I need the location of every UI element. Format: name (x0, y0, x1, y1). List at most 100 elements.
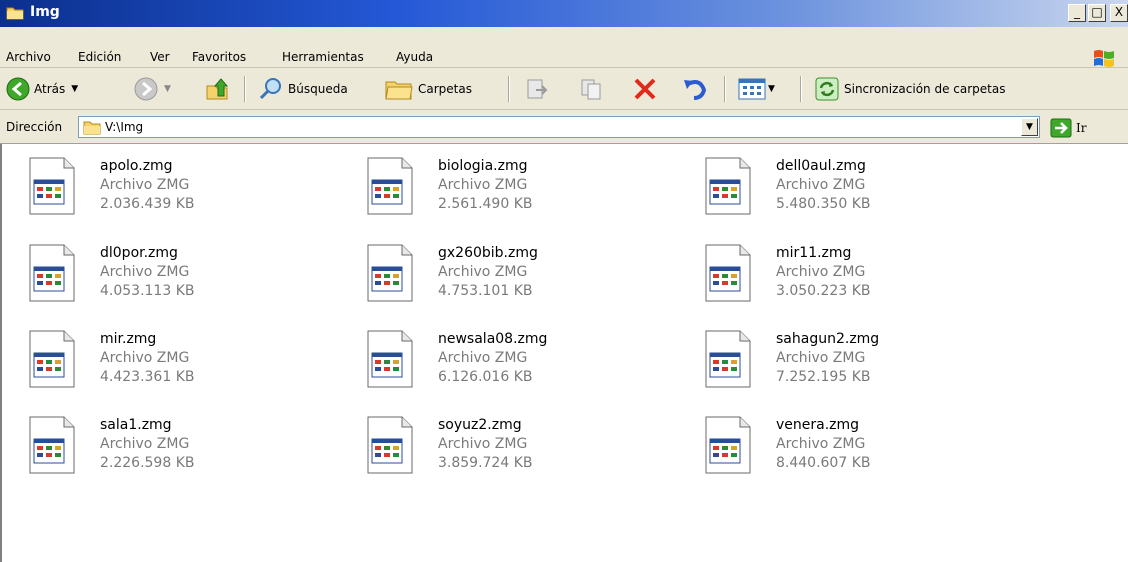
file-name: soyuz2.zmg (438, 417, 522, 433)
zmg-file-icon (29, 416, 75, 474)
close-button[interactable]: X (1110, 4, 1128, 22)
undo-button[interactable] (682, 76, 708, 102)
file-size: 5.480.350 KB (776, 196, 871, 212)
menu-ayuda[interactable]: Ayuda (396, 50, 433, 64)
file-type: Archivo ZMG (100, 436, 190, 452)
file-list-view[interactable]: apolo.zmg Archivo ZMG 2.036.439 KB biolo… (0, 144, 1128, 562)
file-size: 7.252.195 KB (776, 369, 871, 385)
file-item[interactable]: soyuz2.zmg Archivo ZMG 3.859.724 KB (364, 415, 684, 487)
sync-label: Sincronización de carpetas (844, 82, 1006, 96)
file-size: 2.561.490 KB (438, 196, 533, 212)
delete-x-icon (634, 78, 656, 100)
back-label: Atrás (34, 82, 66, 96)
file-name: biologia.zmg (438, 158, 528, 174)
toolbar-separator (724, 76, 726, 102)
sync-folders-button[interactable]: Sincronización de carpetas (814, 76, 1005, 102)
zmg-file-icon (29, 157, 75, 215)
file-name: dell0aul.zmg (776, 158, 866, 174)
address-field[interactable]: V:\Img ▼ (78, 116, 1040, 138)
move-to-icon (527, 79, 548, 99)
file-name: apolo.zmg (100, 158, 173, 174)
zmg-file-icon (367, 330, 413, 388)
zmg-file-icon (705, 244, 751, 302)
folders-icon (385, 81, 413, 100)
windows-logo-icon (1094, 50, 1114, 67)
menu-favoritos[interactable]: Favoritos (192, 50, 246, 64)
file-size: 4.053.113 KB (100, 283, 195, 299)
go-arrow-icon (1050, 118, 1072, 138)
file-type: Archivo ZMG (438, 350, 528, 366)
address-value: V:\Img (105, 120, 144, 134)
title-bar[interactable]: Img _ □ X (0, 0, 1128, 27)
file-size: 4.423.361 KB (100, 369, 195, 385)
file-size: 3.859.724 KB (438, 455, 533, 471)
file-item[interactable]: apolo.zmg Archivo ZMG 2.036.439 KB (26, 156, 346, 228)
file-item[interactable]: dl0por.zmg Archivo ZMG 4.053.113 KB (26, 243, 346, 315)
menu-archivo[interactable]: Archivo (6, 50, 51, 64)
file-name: newsala08.zmg (438, 331, 548, 347)
zmg-file-icon (705, 157, 751, 215)
menu-herramientas[interactable]: Herramientas (282, 50, 364, 64)
back-dropdown-icon[interactable]: ▼ (71, 84, 78, 94)
folder-icon (83, 121, 101, 135)
back-button[interactable]: Atrás ▼ (6, 76, 78, 102)
search-button[interactable]: Búsqueda (258, 76, 348, 102)
file-name: mir.zmg (100, 331, 157, 347)
copy-to-icon (581, 79, 601, 100)
toolbar-separator (800, 76, 802, 102)
file-item[interactable]: sala1.zmg Archivo ZMG 2.226.598 KB (26, 415, 346, 487)
views-button[interactable]: ▼ (738, 76, 775, 102)
menu-ver[interactable]: Ver (150, 50, 170, 64)
zmg-file-icon (367, 157, 413, 215)
file-type: Archivo ZMG (776, 264, 866, 280)
forward-button[interactable]: ▼ (134, 76, 171, 102)
minimize-button[interactable]: _ (1068, 4, 1086, 22)
folders-button[interactable]: Carpetas (384, 76, 472, 102)
up-folder-button[interactable] (204, 76, 230, 102)
zmg-file-icon (705, 416, 751, 474)
file-item[interactable]: gx260bib.zmg Archivo ZMG 4.753.101 KB (364, 243, 684, 315)
file-item[interactable]: biologia.zmg Archivo ZMG 2.561.490 KB (364, 156, 684, 228)
views-dropdown-icon[interactable]: ▼ (768, 84, 775, 94)
file-name: sala1.zmg (100, 417, 172, 433)
toolbar-separator (244, 76, 246, 102)
file-size: 2.226.598 KB (100, 455, 195, 471)
file-item[interactable]: mir11.zmg Archivo ZMG 3.050.223 KB (702, 243, 1022, 315)
window-title: Img (30, 4, 60, 20)
zmg-file-icon (29, 330, 75, 388)
toolbar-separator (508, 76, 510, 102)
file-name: venera.zmg (776, 417, 860, 433)
zmg-file-icon (705, 330, 751, 388)
file-type: Archivo ZMG (438, 436, 528, 452)
file-type: Archivo ZMG (438, 264, 528, 280)
delete-button[interactable] (632, 76, 658, 102)
up-folder-icon (206, 78, 229, 100)
maximize-button[interactable]: □ (1088, 4, 1106, 22)
menu-edicion[interactable]: Edición (78, 50, 121, 64)
search-icon (259, 78, 281, 100)
file-type: Archivo ZMG (776, 177, 866, 193)
go-label: Ir (1076, 121, 1087, 135)
address-dropdown-button[interactable]: ▼ (1021, 118, 1038, 136)
forward-dropdown-icon[interactable]: ▼ (164, 84, 171, 94)
file-size: 8.440.607 KB (776, 455, 871, 471)
file-name: mir11.zmg (776, 245, 852, 261)
file-item[interactable]: newsala08.zmg Archivo ZMG 6.126.016 KB (364, 329, 684, 401)
undo-icon (684, 80, 707, 100)
move-to-button[interactable] (524, 76, 550, 102)
copy-to-button[interactable] (578, 76, 604, 102)
forward-arrow-icon (134, 77, 158, 101)
go-button[interactable]: Ir (1050, 117, 1086, 139)
file-item[interactable]: dell0aul.zmg Archivo ZMG 5.480.350 KB (702, 156, 1022, 228)
file-item[interactable]: sahagun2.zmg Archivo ZMG 7.252.195 KB (702, 329, 1022, 401)
file-size: 6.126.016 KB (438, 369, 533, 385)
file-type: Archivo ZMG (438, 177, 528, 193)
search-label: Búsqueda (288, 82, 348, 96)
zmg-file-icon (29, 244, 75, 302)
file-size: 4.753.101 KB (438, 283, 533, 299)
file-name: sahagun2.zmg (776, 331, 880, 347)
file-item[interactable]: mir.zmg Archivo ZMG 4.423.361 KB (26, 329, 346, 401)
menu-bar: Archivo Edición Ver Favoritos Herramient… (0, 27, 1128, 68)
file-type: Archivo ZMG (100, 177, 190, 193)
file-item[interactable]: venera.zmg Archivo ZMG 8.440.607 KB (702, 415, 1022, 487)
